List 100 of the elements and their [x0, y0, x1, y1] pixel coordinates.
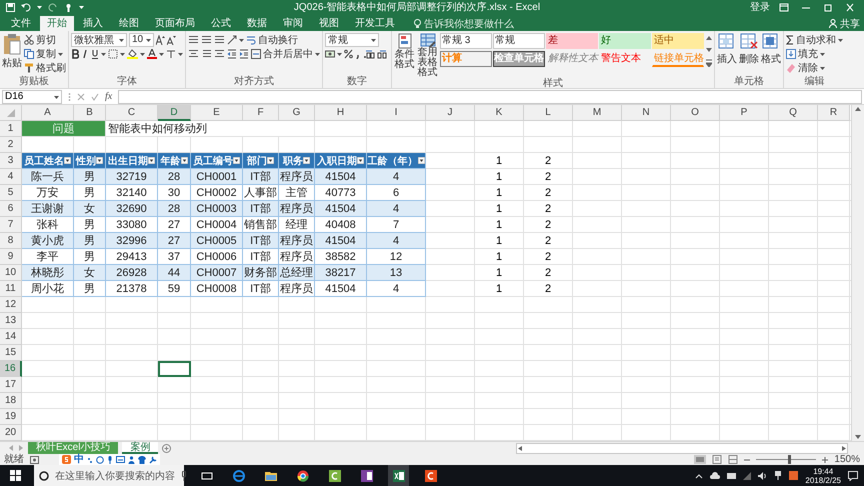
cell-style-option[interactable]: 好 — [599, 33, 651, 49]
task-view-icon[interactable] — [200, 470, 212, 482]
row-header[interactable]: 9 — [0, 249, 22, 265]
gallery-more-icon[interactable] — [706, 59, 712, 67]
filter-dropdown-icon[interactable] — [233, 157, 240, 164]
row-header[interactable]: 19 — [0, 409, 22, 425]
vertical-scrollbar[interactable] — [851, 105, 864, 441]
bold-icon[interactable] — [71, 48, 79, 58]
app-icon[interactable] — [328, 470, 340, 482]
macro-record-icon[interactable] — [30, 456, 39, 464]
taskbar-clock[interactable]: 19:44 2018/2/25 — [805, 466, 841, 484]
column-header[interactable]: P — [720, 105, 769, 121]
page-break-icon[interactable] — [728, 455, 738, 464]
font-size-select[interactable]: 10 — [129, 32, 154, 46]
cell-style-option[interactable]: 常规 — [493, 33, 545, 49]
filter-dropdown-icon[interactable] — [418, 157, 424, 164]
slider-thumb[interactable] — [788, 455, 792, 464]
column-header[interactable]: A — [22, 105, 74, 121]
cells-button[interactable]: 删除 — [739, 33, 759, 66]
filter-dropdown-icon[interactable] — [64, 157, 71, 164]
column-header[interactable]: O — [671, 105, 720, 121]
ribbon-tab[interactable]: 视图 — [312, 16, 346, 31]
tell-me-field[interactable]: 告诉我你想要做什么 — [414, 16, 514, 31]
browser-icon[interactable] — [232, 470, 244, 482]
cell-style-option[interactable]: 警告文本 — [599, 51, 651, 67]
scroll-right-icon[interactable] — [840, 444, 847, 452]
row-header[interactable]: 7 — [0, 217, 22, 233]
ribbon-tab[interactable]: 文件 — [4, 16, 38, 31]
folder-icon[interactable] — [264, 470, 276, 482]
row-header[interactable]: 20 — [0, 425, 22, 441]
filter-dropdown-icon[interactable] — [180, 157, 188, 164]
ribbon-tab[interactable]: 开始 — [40, 16, 74, 31]
normal-view-icon[interactable] — [694, 455, 706, 464]
share-button[interactable]: 共享 — [829, 16, 860, 31]
formula-input[interactable] — [118, 90, 862, 104]
column-header[interactable]: N — [622, 105, 671, 121]
ribbon-tab[interactable]: 插入 — [76, 16, 110, 31]
column-header[interactable]: J — [426, 105, 475, 121]
column-header[interactable]: E — [191, 105, 243, 121]
paste-button[interactable]: 粘贴 — [2, 33, 22, 70]
decrease-decimal-icon[interactable] — [377, 48, 389, 58]
row-header[interactable]: 8 — [0, 233, 22, 249]
redo-icon[interactable] — [48, 2, 58, 12]
cell-style-option[interactable]: 适中 — [652, 33, 704, 49]
page-layout-icon[interactable] — [712, 455, 722, 464]
filter-dropdown-icon[interactable] — [96, 157, 103, 164]
underline-icon[interactable] — [91, 48, 99, 58]
row-header[interactable]: 14 — [0, 329, 22, 345]
indent-increase-icon[interactable] — [239, 48, 249, 58]
globe-icon[interactable] — [296, 470, 308, 482]
middle-align-icon[interactable] — [201, 34, 212, 44]
clipboard-button[interactable]: 格式刷 — [24, 61, 66, 74]
border-icon[interactable] — [108, 48, 118, 58]
fill-color-icon[interactable] — [127, 48, 138, 58]
save-icon[interactable] — [6, 2, 15, 12]
gallery-down-icon[interactable] — [706, 47, 712, 53]
cells-button[interactable]: 格式 — [761, 33, 781, 66]
column-header[interactable]: H — [315, 105, 367, 121]
align-left-icon[interactable] — [188, 48, 199, 58]
editing-button[interactable]: 填充 — [786, 47, 843, 60]
font-family-select[interactable]: 微软雅黑 — [71, 32, 127, 46]
tray-app-icon[interactable] — [789, 471, 798, 480]
top-align-icon[interactable] — [188, 34, 199, 44]
merge-center-button[interactable]: 合并后居中 — [251, 47, 320, 60]
taskbar-search-field[interactable]: 在这里输入你要搜索的内容 — [34, 465, 184, 486]
tray-expand-icon[interactable] — [695, 472, 704, 478]
row-header[interactable]: 4 — [0, 169, 22, 185]
column-header[interactable]: G — [279, 105, 315, 121]
editing-button[interactable]: 清除 — [786, 61, 843, 74]
row-header[interactable]: 11 — [0, 281, 22, 297]
row-header[interactable]: 17 — [0, 377, 22, 393]
tray-folder-icon[interactable] — [727, 472, 736, 479]
row-header[interactable]: 10 — [0, 265, 22, 281]
row-header[interactable]: 18 — [0, 393, 22, 409]
editing-button[interactable]: 自动求和 — [786, 33, 843, 46]
italic-icon[interactable] — [81, 48, 89, 58]
column-header[interactable]: F — [243, 105, 279, 121]
percent-icon[interactable] — [344, 48, 353, 58]
scroll-left-icon[interactable] — [517, 444, 524, 452]
filter-dropdown-icon[interactable] — [303, 157, 310, 164]
column-header[interactable]: B — [74, 105, 106, 121]
increase-decimal-icon[interactable] — [363, 48, 375, 58]
currency-icon[interactable] — [325, 48, 335, 58]
row-header[interactable]: 3 — [0, 153, 22, 169]
column-header[interactable]: K — [475, 105, 524, 121]
bottom-align-icon[interactable] — [214, 34, 225, 44]
column-header[interactable]: I — [367, 105, 426, 121]
windows-start-icon[interactable] — [10, 470, 20, 481]
ribbon-tab[interactable]: 绘图 — [112, 16, 146, 31]
undo-icon[interactable] — [21, 2, 31, 12]
wrap-text-button[interactable]: 自动换行 — [246, 33, 298, 46]
active-cell[interactable] — [158, 361, 191, 377]
row-header[interactable]: 16 — [0, 361, 22, 377]
sign-in-link[interactable]: 登录 — [750, 0, 770, 14]
row-header[interactable]: 6 — [0, 201, 22, 217]
shrink-font-icon[interactable] — [167, 34, 176, 44]
name-box[interactable]: D16 — [2, 90, 62, 104]
filter-dropdown-icon[interactable] — [357, 157, 364, 164]
row-header[interactable]: 1 — [0, 121, 22, 137]
number-format-select[interactable]: 常规 — [325, 32, 379, 46]
